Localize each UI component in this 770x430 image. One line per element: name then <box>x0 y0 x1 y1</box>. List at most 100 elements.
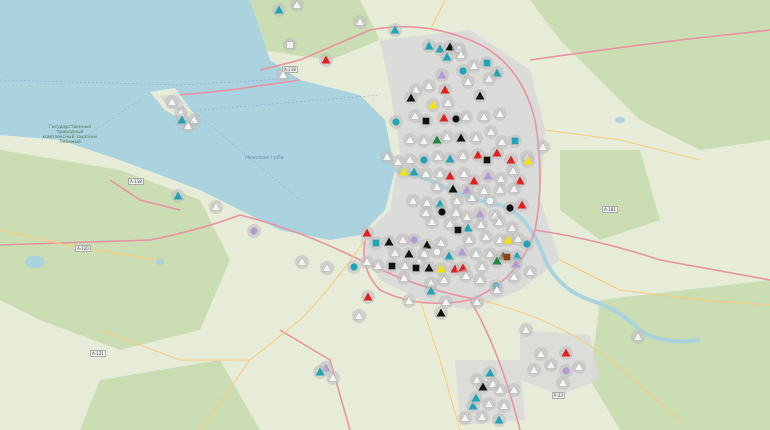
white-triangle-marker[interactable] <box>527 363 541 377</box>
teal-triangle-marker[interactable] <box>440 50 454 64</box>
white-triangle-marker[interactable] <box>461 75 475 89</box>
white-triangle-marker[interactable] <box>474 218 488 232</box>
teal-triangle-marker[interactable] <box>442 249 456 263</box>
white-triangle-marker[interactable] <box>492 215 506 229</box>
black-square-marker[interactable] <box>409 261 423 275</box>
white-triangle-marker[interactable] <box>493 107 507 121</box>
purple-circle-marker[interactable] <box>247 224 261 238</box>
white-triangle-marker[interactable] <box>276 68 290 82</box>
white-triangle-marker[interactable] <box>456 149 470 163</box>
black-triangle-marker[interactable] <box>434 306 448 320</box>
red-triangle-marker[interactable] <box>490 146 504 160</box>
teal-circle-marker[interactable] <box>389 115 403 129</box>
purple-triangle-marker[interactable] <box>455 245 469 259</box>
white-triangle-marker[interactable] <box>544 358 558 372</box>
black-square-marker[interactable] <box>451 223 465 237</box>
white-triangle-marker[interactable] <box>469 247 483 261</box>
white-triangle-marker[interactable] <box>165 95 179 109</box>
black-triangle-marker[interactable] <box>473 89 487 103</box>
white-triangle-marker[interactable] <box>209 200 223 214</box>
red-triangle-marker[interactable] <box>559 346 573 360</box>
teal-square-marker[interactable] <box>369 236 383 250</box>
white-triangle-marker[interactable] <box>450 194 464 208</box>
white-triangle-marker[interactable] <box>417 134 431 148</box>
map-view[interactable]: Невская губа Государственный природный к… <box>0 0 770 430</box>
white-triangle-marker[interactable] <box>437 273 451 287</box>
red-triangle-marker[interactable] <box>437 111 451 125</box>
white-triangle-marker[interactable] <box>353 15 367 29</box>
white-triangle-marker[interactable] <box>523 265 537 279</box>
white-triangle-marker[interactable] <box>493 183 507 197</box>
white-triangle-marker[interactable] <box>403 153 417 167</box>
white-triangle-marker[interactable] <box>371 259 385 273</box>
white-triangle-marker[interactable] <box>482 397 496 411</box>
white-triangle-marker[interactable] <box>422 79 436 93</box>
red-triangle-marker[interactable] <box>438 83 452 97</box>
teal-triangle-marker[interactable] <box>313 365 327 379</box>
white-triangle-marker[interactable] <box>462 233 476 247</box>
black-triangle-marker[interactable] <box>454 131 468 145</box>
teal-square-marker[interactable] <box>480 56 494 70</box>
white-triangle-marker[interactable] <box>295 255 309 269</box>
white-triangle-marker[interactable] <box>465 191 479 205</box>
white-triangle-marker[interactable] <box>484 125 498 139</box>
red-triangle-marker[interactable] <box>443 169 457 183</box>
white-triangle-marker[interactable] <box>459 269 473 283</box>
white-triangle-marker[interactable] <box>490 283 504 297</box>
teal-triangle-marker[interactable] <box>492 413 506 427</box>
black-square-marker[interactable] <box>385 259 399 273</box>
white-triangle-marker[interactable] <box>507 383 521 397</box>
teal-circle-marker[interactable] <box>347 260 361 274</box>
white-circle-marker[interactable] <box>483 194 497 208</box>
white-triangle-marker[interactable] <box>430 180 444 194</box>
white-triangle-marker[interactable] <box>454 48 468 62</box>
white-triangle-marker[interactable] <box>440 130 454 144</box>
teal-triangle-marker[interactable] <box>175 113 189 127</box>
white-triangle-marker[interactable] <box>507 182 521 196</box>
black-square-marker[interactable] <box>419 114 433 128</box>
white-circle-marker[interactable] <box>430 245 444 259</box>
white-triangle-marker[interactable] <box>459 110 473 124</box>
white-triangle-marker[interactable] <box>631 330 645 344</box>
teal-triangle-marker[interactable] <box>424 284 438 298</box>
purple-triangle-marker[interactable] <box>509 257 523 271</box>
white-triangle-marker[interactable] <box>519 323 533 337</box>
white-triangle-marker[interactable] <box>473 273 487 287</box>
teal-triangle-marker[interactable] <box>469 391 483 405</box>
black-triangle-marker[interactable] <box>446 182 460 196</box>
purple-circle-marker[interactable] <box>407 233 421 247</box>
white-triangle-marker[interactable] <box>406 194 420 208</box>
white-triangle-marker[interactable] <box>536 140 550 154</box>
yellow-triangle-marker[interactable] <box>426 98 440 112</box>
white-square-marker[interactable] <box>283 38 297 52</box>
white-triangle-marker[interactable] <box>425 215 439 229</box>
white-triangle-marker[interactable] <box>477 110 491 124</box>
white-triangle-marker[interactable] <box>458 411 472 425</box>
black-circle-marker[interactable] <box>435 205 449 219</box>
teal-triangle-marker[interactable] <box>171 189 185 203</box>
teal-triangle-marker[interactable] <box>407 165 421 179</box>
teal-circle-marker[interactable] <box>417 153 431 167</box>
purple-circle-marker[interactable] <box>559 364 573 378</box>
black-circle-marker[interactable] <box>503 201 517 215</box>
teal-square-marker[interactable] <box>508 134 522 148</box>
black-triangle-marker[interactable] <box>422 261 436 275</box>
white-triangle-marker[interactable] <box>402 294 416 308</box>
white-triangle-marker[interactable] <box>479 230 493 244</box>
white-triangle-marker[interactable] <box>397 271 411 285</box>
white-triangle-marker[interactable] <box>419 167 433 181</box>
teal-triangle-marker[interactable] <box>443 152 457 166</box>
white-triangle-marker[interactable] <box>556 376 570 390</box>
red-triangle-marker[interactable] <box>361 290 375 304</box>
white-triangle-marker[interactable] <box>507 270 521 284</box>
purple-triangle-marker[interactable] <box>435 68 449 82</box>
white-triangle-marker[interactable] <box>290 0 304 12</box>
white-triangle-marker[interactable] <box>470 295 484 309</box>
white-triangle-marker[interactable] <box>475 260 489 274</box>
white-triangle-marker[interactable] <box>320 261 334 275</box>
teal-circle-marker[interactable] <box>520 237 534 251</box>
white-triangle-marker[interactable] <box>403 133 417 147</box>
teal-triangle-marker[interactable] <box>272 3 286 17</box>
red-triangle-marker[interactable] <box>319 53 333 67</box>
white-triangle-marker[interactable] <box>572 360 586 374</box>
